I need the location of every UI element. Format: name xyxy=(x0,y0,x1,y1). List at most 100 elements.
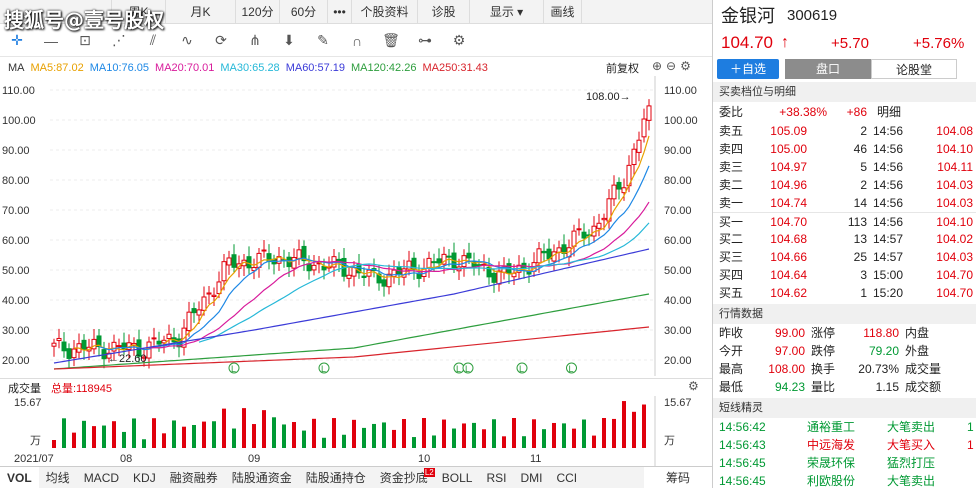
vol-unit-left: 万 xyxy=(30,435,41,447)
shortline-stock[interactable]: 通裕重工 xyxy=(801,418,887,436)
indicator-tab[interactable]: DMI xyxy=(513,467,549,489)
chip-distribution-tab[interactable]: 筹码 xyxy=(643,466,712,489)
level-label: 买一 xyxy=(719,215,744,229)
kline-chart[interactable]: 110.00 110.00 100.00 100.00 90.00 90.00 80.00 8… xyxy=(0,76,712,378)
add-watchlist-button[interactable]: ＋自选 xyxy=(717,59,779,79)
fork-icon[interactable]: ⋔ xyxy=(238,32,272,49)
settings-icon[interactable]: ⚙ xyxy=(442,32,476,49)
shortline-row[interactable]: 14:56:43 中远海发 大笔买入 1 xyxy=(713,436,976,454)
candles xyxy=(51,99,652,369)
shortline-stock[interactable]: 利欧股份 xyxy=(801,472,887,490)
tab-quote[interactable]: 盘口 xyxy=(785,59,871,79)
candle-body xyxy=(151,337,157,340)
volume-bar xyxy=(492,419,496,448)
low-price-label: ←22.60 xyxy=(108,353,147,365)
event-marker-icon[interactable]: L xyxy=(566,362,577,374)
x-tick: 11 xyxy=(530,453,541,465)
event-marker-icon[interactable]: L xyxy=(228,362,240,374)
shortline-row[interactable]: 14:56:42 通裕重工 大笔卖出 1 xyxy=(713,418,976,436)
volume-chart[interactable]: 15.67 15.67 万 万 2021/07 08 09 10 11 xyxy=(0,396,712,466)
y-tick-left: 90.00 xyxy=(2,145,30,157)
period-tab-9[interactable]: 画线 xyxy=(544,0,582,24)
orderbook-row: 卖三 104.97 5 14:56 104.11 xyxy=(713,158,976,176)
stock-price: 104.70 xyxy=(721,33,773,52)
y-tick-right: 50.00 xyxy=(664,265,692,277)
indicator-tab[interactable]: MACD xyxy=(77,467,126,489)
shortline-stock[interactable]: 荣晟环保 xyxy=(801,454,887,472)
y-tick-right: 110.00 xyxy=(664,85,697,97)
fan-icon[interactable]: ⋰ xyxy=(102,32,136,49)
ma-item: MA250:31.43 xyxy=(422,62,488,74)
crosshair-icon[interactable]: ✛ xyxy=(0,32,34,49)
period-tab-6[interactable]: 个股资料 xyxy=(352,0,418,24)
candle-body xyxy=(546,248,552,260)
level-volume: 13 xyxy=(853,232,867,246)
pen-icon[interactable]: ✎ xyxy=(306,32,340,49)
indicator-tab[interactable]: BOLL xyxy=(435,467,480,489)
candle-body xyxy=(186,311,192,332)
level-label: 买四 xyxy=(719,268,744,282)
x-tick: 09 xyxy=(248,453,260,465)
period-tab-8[interactable]: 显示 ▾ xyxy=(470,0,544,24)
indicator-tab[interactable]: 资金抄底 L2 xyxy=(373,467,435,489)
period-tab-4[interactable]: 60分 xyxy=(280,0,328,24)
cycle-icon[interactable]: ⟳ xyxy=(204,32,238,49)
volume-settings-icon[interactable]: ⚙ xyxy=(688,379,699,393)
line-icon[interactable]: — xyxy=(34,33,68,49)
candle-body xyxy=(616,181,622,190)
volume-label[interactable]: 成交量 xyxy=(8,380,41,396)
shortline-row[interactable]: 14:56:45 利欧股份 大笔卖出 xyxy=(713,472,976,490)
adjust-select[interactable]: 前复权 xyxy=(606,60,639,76)
indicator-tab[interactable]: 陆股通持仓 xyxy=(299,467,373,489)
event-marker-icon[interactable]: L xyxy=(318,362,330,374)
split-icon[interactable]: ⊶ xyxy=(408,32,442,49)
ma-label[interactable]: MA xyxy=(8,62,25,74)
candle-body xyxy=(426,257,432,269)
period-tab-3[interactable]: 120分 xyxy=(236,0,280,24)
period-tab-7[interactable]: 诊股 xyxy=(418,0,470,24)
indicator-tab[interactable]: KDJ xyxy=(126,467,163,489)
shortline-time: 14:56:43 xyxy=(719,438,766,452)
period-tab-2[interactable]: 月K xyxy=(166,0,236,24)
detail-time: 14:56 xyxy=(873,160,904,174)
wave-icon[interactable]: ∿ xyxy=(170,32,204,49)
detail-price: 104.02 xyxy=(936,232,973,246)
candle-body xyxy=(261,249,267,252)
tab-forum[interactable]: 论股堂 xyxy=(871,59,957,79)
event-marker-icon[interactable]: L xyxy=(462,362,474,374)
market-row: 昨收 99.00 涨停 118.80 内盘 xyxy=(713,324,976,342)
volume-bar xyxy=(332,418,336,448)
level-price: 104.70 xyxy=(770,215,807,229)
indicator-tab[interactable]: 陆股通资金 xyxy=(225,467,299,489)
ma-item: MA20:70.01 xyxy=(155,62,215,74)
orderbook-row: 买四 104.64 3 15:00 104.70 xyxy=(713,266,976,284)
volume-bar xyxy=(432,435,436,448)
arrow-down-icon[interactable]: ⬇ xyxy=(272,32,306,49)
svg-text:L: L xyxy=(456,364,461,374)
rect-icon[interactable]: ⊡ xyxy=(68,32,102,49)
event-marker-icon[interactable]: L xyxy=(453,362,465,374)
chart-zoom-controls[interactable]: ⊕⊖⚙ xyxy=(652,59,695,73)
event-marker-icon[interactable]: L xyxy=(516,362,528,374)
magnet-icon[interactable]: ∩ xyxy=(340,33,374,49)
volume-bar xyxy=(52,440,56,448)
indicator-tab[interactable]: CCI xyxy=(549,467,584,489)
volume-bar xyxy=(212,421,216,448)
shortline-stock[interactable]: 中远海发 xyxy=(801,436,887,454)
volume-bar xyxy=(272,417,276,448)
indicator-tab[interactable]: VOL xyxy=(0,466,39,489)
ma-item: MA60:57.19 xyxy=(285,62,346,74)
trash-icon[interactable]: 🗑 xyxy=(374,32,408,49)
x-tick: 2021/07 xyxy=(14,453,54,465)
indicator-tab[interactable]: RSI xyxy=(479,467,513,489)
market-label: 量比 xyxy=(811,380,836,394)
candle-body xyxy=(206,292,212,295)
indicator-tab[interactable]: 均线 xyxy=(39,467,77,489)
parallel-icon[interactable]: ⫽ xyxy=(136,32,170,49)
indicator-tab[interactable]: 融资融券 xyxy=(163,467,225,489)
volume-bar xyxy=(92,426,96,448)
candle-body xyxy=(51,342,57,347)
period-tab-5[interactable]: ••• xyxy=(328,0,352,24)
shortline-row[interactable]: 14:56:45 荣晟环保 猛烈打压 xyxy=(713,454,976,472)
market-value: 97.00 xyxy=(774,344,805,358)
